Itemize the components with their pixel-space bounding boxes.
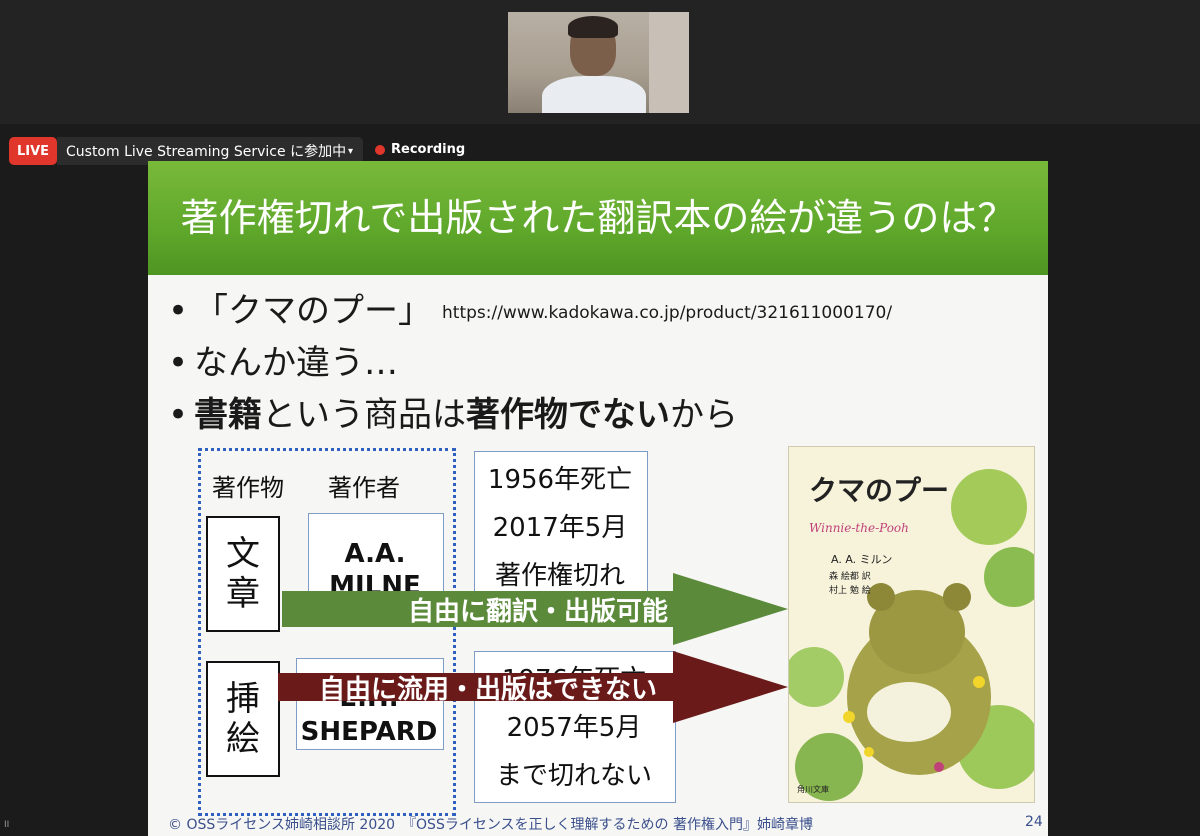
recording-dot-icon <box>375 144 385 155</box>
arrow-red-label: 自由に流用・出版はできない <box>318 674 657 705</box>
book-publisher: 角川文庫 <box>797 785 829 794</box>
book-author: A. A. ミルン <box>831 553 893 566</box>
participant-video[interactable] <box>508 12 689 113</box>
book-title: クマのプー <box>809 474 950 507</box>
chevron-down-icon[interactable]: ▾ <box>348 146 353 157</box>
recording-indicator: Recording <box>375 142 465 157</box>
book-illustrator: 村上 勉 絵 <box>829 586 871 596</box>
streaming-service-label: Custom Live Streaming Service に参加中 <box>66 144 347 160</box>
live-badge[interactable]: LIVE <box>9 137 57 165</box>
book-cover-image: クマのプー Winnie-the-Pooh A. A. ミルン 森 絵都 訳 村… <box>788 446 1035 803</box>
shared-slide: 著作権切れで出版された翻訳本の絵が違うのは？ • 「クマのプー」 https://w… <box>148 161 1048 836</box>
slide-page-number: 24 <box>1025 814 1043 830</box>
pause-indicator-icon[interactable]: II <box>4 820 9 830</box>
book-translator: 森 絵都 訳 <box>829 572 871 582</box>
slide-footer: © OSSライセンス姉崎相談所 2020 『OSSライセンスを正しく理解するため… <box>168 817 814 833</box>
recording-label: Recording <box>391 142 466 157</box>
arrow-green-label: 自由に翻訳・出版可能 <box>407 596 668 627</box>
video-background-door <box>649 12 689 113</box>
book-subtitle: Winnie-the-Pooh <box>809 521 909 535</box>
video-strip <box>0 0 1200 124</box>
participant-hair <box>568 16 618 38</box>
participant-body <box>542 76 646 113</box>
